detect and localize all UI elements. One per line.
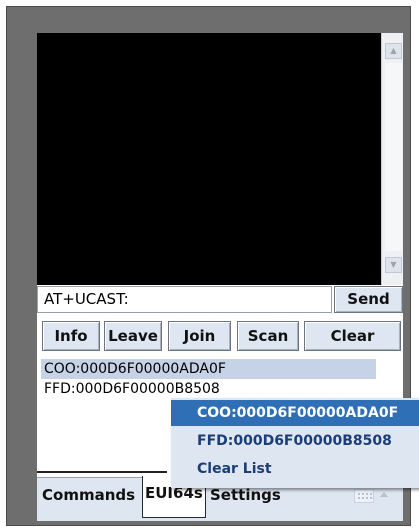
scrollbar-track[interactable] xyxy=(385,63,402,251)
menu-item-coo[interactable]: COO:000D6F00000ADA0F xyxy=(171,400,419,426)
tab-commands[interactable]: Commands xyxy=(39,478,138,518)
scan-button[interactable]: Scan xyxy=(237,321,299,351)
command-row: AT+UCAST: Send xyxy=(37,286,403,313)
app-screen: ▲ ▼ AT+UCAST: Send Info Leave Join Scan … xyxy=(37,33,419,521)
action-buttons: Info Leave Join Scan Clear xyxy=(37,321,403,351)
keyboard-icon[interactable] xyxy=(354,489,374,503)
up-arrow-icon[interactable] xyxy=(380,492,388,497)
console-scrollbar[interactable]: ▲ ▼ xyxy=(381,33,403,285)
list-item[interactable]: FFD:000D6F00000B8508 xyxy=(41,379,220,399)
menu-item-clear-list[interactable]: Clear List xyxy=(171,456,419,482)
divider xyxy=(37,471,167,473)
list-item[interactable]: COO:000D6F00000ADA0F xyxy=(41,359,376,379)
info-button[interactable]: Info xyxy=(42,321,100,351)
menu-item-ffd[interactable]: FFD:000D6F00000B8508 xyxy=(171,428,419,454)
console-output[interactable] xyxy=(37,33,381,285)
context-menu: COO:000D6F00000ADA0F FFD:000D6F00000B850… xyxy=(171,398,419,488)
leave-button[interactable]: Leave xyxy=(104,321,162,351)
clear-button[interactable]: Clear xyxy=(304,321,401,351)
scroll-down-icon[interactable]: ▼ xyxy=(385,257,402,273)
join-button[interactable]: Join xyxy=(168,321,231,351)
command-input[interactable]: AT+UCAST: xyxy=(37,286,332,313)
device-frame: ▲ ▼ AT+UCAST: Send Info Leave Join Scan … xyxy=(6,6,419,526)
send-button[interactable]: Send xyxy=(334,286,403,313)
scroll-up-icon[interactable]: ▲ xyxy=(385,43,402,59)
